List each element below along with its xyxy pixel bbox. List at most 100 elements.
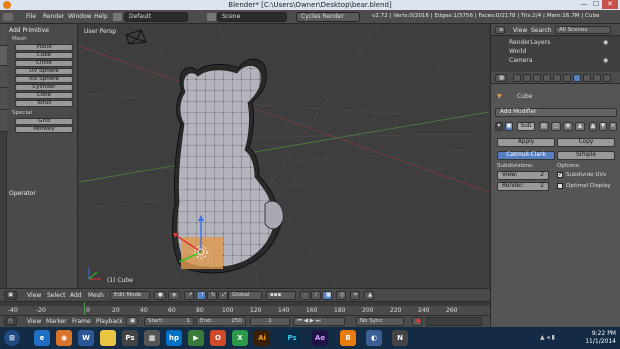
simple-button[interactable]: Simple xyxy=(557,151,615,160)
menu-help[interactable]: Help xyxy=(94,13,108,20)
tab-tools[interactable] xyxy=(0,24,7,46)
pivot-button[interactable]: ◈ xyxy=(168,291,180,300)
timeline[interactable]: -40 -20 0 20 40 60 80 100 120 140 160 18… xyxy=(0,301,490,316)
outliner-menu-view[interactable]: View xyxy=(513,27,527,34)
firefox-icon[interactable]: ◉ xyxy=(56,330,72,346)
operator-panel-header[interactable]: Operator xyxy=(9,190,36,197)
system-clock[interactable]: 9:22 PM 11/1/2014 xyxy=(585,330,616,346)
viewport-canvas[interactable] xyxy=(79,24,489,288)
modifiers-tab-icon[interactable] xyxy=(573,74,581,82)
subdivide-uvs-checkbox[interactable]: ✓ xyxy=(557,172,563,178)
add-ico-sphere-button[interactable]: Ico Sphere xyxy=(15,76,73,83)
edge-select-icon[interactable]: / xyxy=(311,291,321,300)
menu-window[interactable]: Window xyxy=(68,13,92,20)
word-icon[interactable]: W xyxy=(78,330,94,346)
viewport-visibility-icon[interactable]: ▲ xyxy=(575,122,585,131)
object-tab-icon[interactable] xyxy=(553,74,561,82)
start-button[interactable]: ⊞ xyxy=(4,330,20,346)
timeline-view-icon[interactable]: ▣ xyxy=(126,317,138,326)
start-frame-field[interactable]: Start: 1 xyxy=(144,317,194,326)
move-up-icon[interactable]: ▲ xyxy=(589,122,597,131)
mode-select[interactable]: Edit Mode xyxy=(110,291,150,300)
timeline-menu-view[interactable]: View xyxy=(27,318,41,325)
add-uv-sphere-button[interactable]: UV Sphere xyxy=(15,68,73,75)
current-frame-field[interactable]: 1 xyxy=(250,317,290,326)
menu-select[interactable]: Select xyxy=(47,292,66,299)
menu-render[interactable]: Render xyxy=(43,13,64,20)
constraints-tab-icon[interactable] xyxy=(563,74,571,82)
media-icon[interactable]: ▦ xyxy=(144,330,160,346)
vertex-select-icon[interactable]: · xyxy=(300,291,310,300)
excel-icon[interactable]: X xyxy=(232,330,248,346)
world-tab-icon[interactable] xyxy=(543,74,551,82)
menu-mesh[interactable]: Mesh xyxy=(88,292,104,299)
menu-add[interactable]: Add xyxy=(70,292,82,299)
sync-select[interactable]: No Sync xyxy=(356,317,404,326)
app-icon[interactable]: ◐ xyxy=(366,330,382,346)
rotate-icon[interactable]: ↻ xyxy=(207,291,217,300)
orientation-select[interactable]: Global xyxy=(228,291,262,300)
material-tab-icon[interactable] xyxy=(593,74,601,82)
selected-face[interactable] xyxy=(181,237,223,269)
move-down-icon[interactable]: ▼ xyxy=(599,122,607,131)
add-plane-button[interactable]: Plane xyxy=(15,44,73,51)
copy-button[interactable]: Copy xyxy=(557,138,615,147)
current-frame-marker[interactable] xyxy=(84,302,85,316)
scene-select[interactable]: Scene xyxy=(217,12,287,22)
tab-shading[interactable] xyxy=(0,66,7,88)
photoshop-icon[interactable]: Ps xyxy=(284,330,300,346)
add-modifier-button[interactable]: Add Modifier xyxy=(495,108,617,117)
office-icon[interactable]: O xyxy=(210,330,226,346)
view-levels-field[interactable]: View: 2 xyxy=(497,171,549,180)
render-tab-icon[interactable] xyxy=(513,74,521,82)
outliner-item-camera[interactable]: Camera xyxy=(509,57,533,64)
outliner-item-renderlayers[interactable]: RenderLayers xyxy=(509,39,550,46)
snap-icon[interactable]: ⌗ xyxy=(350,291,360,300)
file-explorer-icon[interactable] xyxy=(100,330,116,346)
properties-editor-type[interactable]: ▦ xyxy=(495,74,507,82)
system-tray-icons[interactable]: ▲ ◂ ▮ xyxy=(540,334,555,341)
scale-icon[interactable]: ⤢ xyxy=(218,291,228,300)
outliner-scope-select[interactable]: All Scenes xyxy=(555,26,611,34)
timeline-menu-playback[interactable]: Playback xyxy=(96,318,123,325)
add-primitive-header[interactable]: Add Primitive xyxy=(9,27,49,34)
scene-tab-icon[interactable] xyxy=(533,74,541,82)
bear-mesh[interactable] xyxy=(171,58,284,274)
illustrator-icon[interactable]: Ai xyxy=(254,330,270,346)
catmull-clark-button[interactable]: Catmull-Clark xyxy=(497,151,555,160)
add-cylinder-button[interactable]: Cylinder xyxy=(15,84,73,91)
optimal-display-checkbox[interactable] xyxy=(557,183,563,189)
eye-icon[interactable]: ◉ xyxy=(603,39,608,46)
manipulator-toggle-icon[interactable]: ↗ xyxy=(184,291,194,300)
layers-tab-icon[interactable] xyxy=(523,74,531,82)
render-visibility-icon[interactable]: ◉ xyxy=(563,122,573,131)
add-monkey-button[interactable]: Monkey xyxy=(15,126,73,133)
outliner-editor-type[interactable]: ≡ xyxy=(495,26,505,34)
add-grid-button[interactable]: Grid xyxy=(15,118,73,125)
edit-cage-icon[interactable]: ▤ xyxy=(539,122,549,131)
3d-viewport[interactable]: User Persp (1) Cube xyxy=(79,24,489,288)
timeline-editor-type-button[interactable]: ◷ xyxy=(4,317,17,326)
add-circle-button[interactable]: Circle xyxy=(15,60,73,67)
add-cube-button[interactable]: Cube xyxy=(15,52,73,59)
blender-icon[interactable]: B xyxy=(340,330,356,346)
maximize-button[interactable]: ☐ xyxy=(590,0,602,9)
internet-explorer-icon[interactable]: e xyxy=(34,330,50,346)
hp-icon[interactable]: hp xyxy=(166,330,182,346)
texture-tab-icon[interactable] xyxy=(603,74,611,82)
modifier-name-field[interactable]: Sub xyxy=(517,122,535,131)
add-torus-button[interactable]: Torus xyxy=(15,100,73,107)
editor-type-button[interactable]: ▣ xyxy=(4,291,18,300)
add-cone-button[interactable]: Cone xyxy=(15,92,73,99)
translate-icon[interactable]: ↑ xyxy=(196,291,206,300)
close-button[interactable]: ✕ xyxy=(602,0,618,9)
face-select-icon[interactable]: ■ xyxy=(322,291,332,300)
minimize-button[interactable]: — xyxy=(578,0,590,9)
info-editor-icon[interactable] xyxy=(3,13,13,21)
tab-create[interactable] xyxy=(0,46,7,66)
render-engine-select[interactable]: Cycles Render xyxy=(296,12,360,22)
edit-mode-icon[interactable]: ◫ xyxy=(551,122,561,131)
keying-set-field[interactable] xyxy=(426,317,482,326)
layer-buttons[interactable]: ▪▪▪ xyxy=(266,291,296,300)
tab-grease-pencil[interactable] xyxy=(0,110,7,132)
